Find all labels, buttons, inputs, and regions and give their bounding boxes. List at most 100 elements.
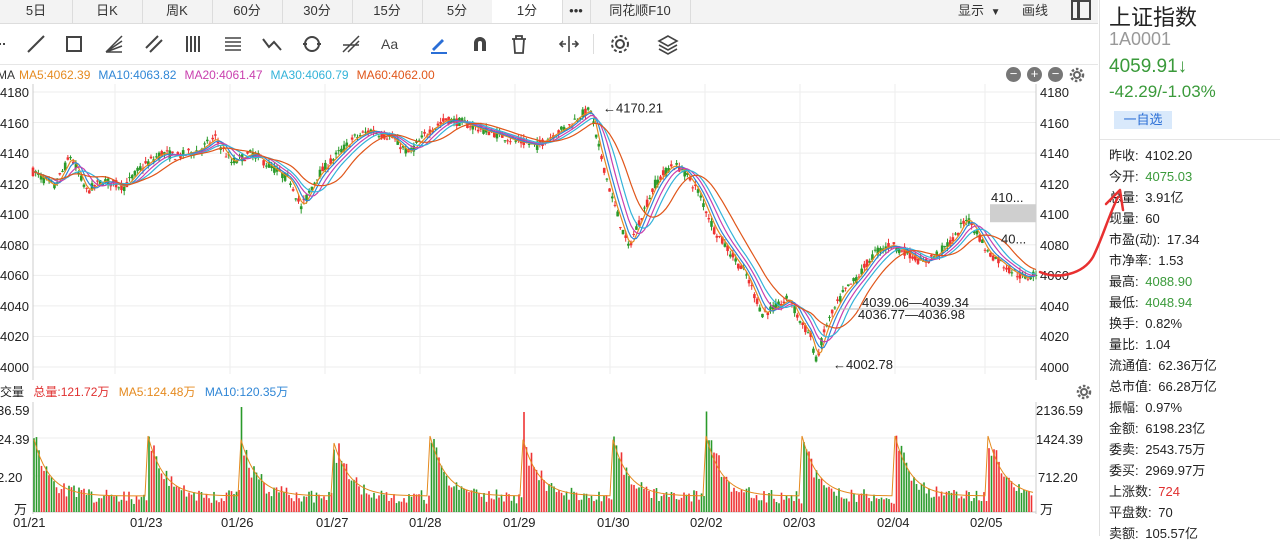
ma-legend-item: MA20:4061.47 [184,68,263,82]
fib-icon[interactable] [337,30,365,58]
tab-8[interactable]: 1分 [492,0,563,23]
date-tick: 02/05 [970,515,1003,530]
rect-icon[interactable] [60,30,88,58]
stat-label: 最低: [1109,295,1139,310]
high-label: ←4170.21 [603,100,663,115]
tab-1[interactable]: 5日 [0,0,73,23]
candle-body [592,121,595,123]
candle-body [289,183,292,185]
candle-body [297,198,300,202]
chevron-down-icon: ▼ [990,7,1001,18]
volume-ma10: MA10:120.35万 [204,385,289,399]
collapse-icon[interactable]: − [1006,67,1021,82]
tab-7[interactable]: 5分 [422,0,493,23]
price-tick-left: 4100 [0,207,29,222]
volume-tick-right: 2136.59 [1036,403,1083,418]
parallel-icon[interactable] [140,30,168,58]
candle-body [651,188,654,192]
text-icon[interactable]: Aa [377,30,405,58]
candle-body [216,142,220,144]
price-tick-right: 4140 [1040,146,1069,161]
chart-controls: − + − [1006,67,1085,83]
candle-body [704,211,708,214]
price-tick-left: 4180 [0,85,29,100]
stat-row: 金额: 6198.23亿 [1109,418,1205,437]
tab-6[interactable]: 15分 [352,0,423,23]
candle-body [610,196,614,199]
price-range-icon[interactable] [219,30,247,58]
volume-tick-left: 2.20 [0,470,23,485]
candle-body [643,207,646,209]
candle-body [66,157,70,160]
zigzag-icon[interactable] [258,30,286,58]
display-menu[interactable]: 显示 ▼ [958,0,1001,23]
delete-icon[interactable] [505,30,533,58]
cycle-icon[interactable] [298,30,326,58]
volume-gear-icon[interactable] [1076,384,1092,400]
add-watchlist-button[interactable]: 一自选 [1114,111,1172,129]
pen-icon[interactable] [425,30,453,58]
width-icon[interactable] [555,30,583,58]
fan-icon[interactable] [100,30,128,58]
candle-body [96,180,99,182]
crosshair-icon[interactable] [0,30,16,58]
magnet-icon[interactable] [466,30,494,58]
candle-body [187,148,190,151]
candle-body [117,187,121,189]
date-tick: 02/03 [783,515,816,530]
candle-body [243,159,247,162]
candle-body [353,134,357,136]
candle-body [619,227,622,229]
price-chart[interactable]: ←4170.21←4002.784039.06—4039.344036.77—4… [0,84,1098,380]
candle-body [710,220,713,227]
candle-body [846,284,850,287]
gear-icon[interactable] [1069,67,1085,83]
line-icon[interactable] [22,30,50,58]
ma-legend-item: MA30:4060.79 [270,68,349,82]
candle-body [527,143,531,145]
volume-total: 总量:121.72万 [33,385,110,399]
volume-chart[interactable] [0,402,1098,514]
tab-4[interactable]: 60分 [212,0,283,23]
candle-body [155,156,158,158]
candle-body [737,263,740,269]
candle-body [983,249,987,251]
stat-label: 委卖: [1109,442,1139,457]
candle-body [385,138,389,140]
date-tick: 01/30 [597,515,630,530]
tab-9[interactable]: ••• [562,0,591,23]
candle-body [806,332,810,334]
panel-toggle-icon[interactable] [1071,0,1091,23]
candle-body [715,235,719,238]
settings-icon[interactable] [606,30,634,58]
zoom-in-icon[interactable]: + [1027,67,1042,82]
candle-body [1002,267,1006,269]
volume-tick-right: 1424.39 [1036,432,1083,447]
tab-3[interactable]: 周K [142,0,213,23]
price-tick-left: 4020 [0,329,29,344]
tab-10[interactable]: 同花顺F10 [590,0,691,23]
draw-line-menu[interactable]: 画线 [1022,0,1048,23]
ma-legend-item: MA60:4062.00 [356,68,435,82]
candle-body [334,152,338,155]
stat-value: 17.34 [1163,232,1200,247]
candle-body [224,156,228,158]
candle-body [313,182,316,184]
candle-body [758,307,762,312]
layers-icon[interactable] [654,30,682,58]
candle-body [203,143,206,145]
bars-icon[interactable] [180,30,208,58]
zoom-out-icon[interactable]: − [1048,67,1063,82]
tab-2[interactable]: 日K [72,0,143,23]
tab-5[interactable]: 30分 [282,0,353,23]
candle-body [838,296,842,302]
candle-body [88,190,91,194]
stat-label: 平盘数: [1109,505,1152,520]
candle-body [165,150,169,152]
candle-body [136,167,139,171]
svg-text:Aa: Aa [381,36,398,52]
period-tab-bar: 5日 日K 周K 60分 30分 15分 5分 1分 ••• 同花顺F10 显示 ▼ 画线 [0,0,1098,24]
candle-body [364,131,367,133]
stat-value: 1.53 [1154,253,1184,268]
candle-body [230,161,233,163]
